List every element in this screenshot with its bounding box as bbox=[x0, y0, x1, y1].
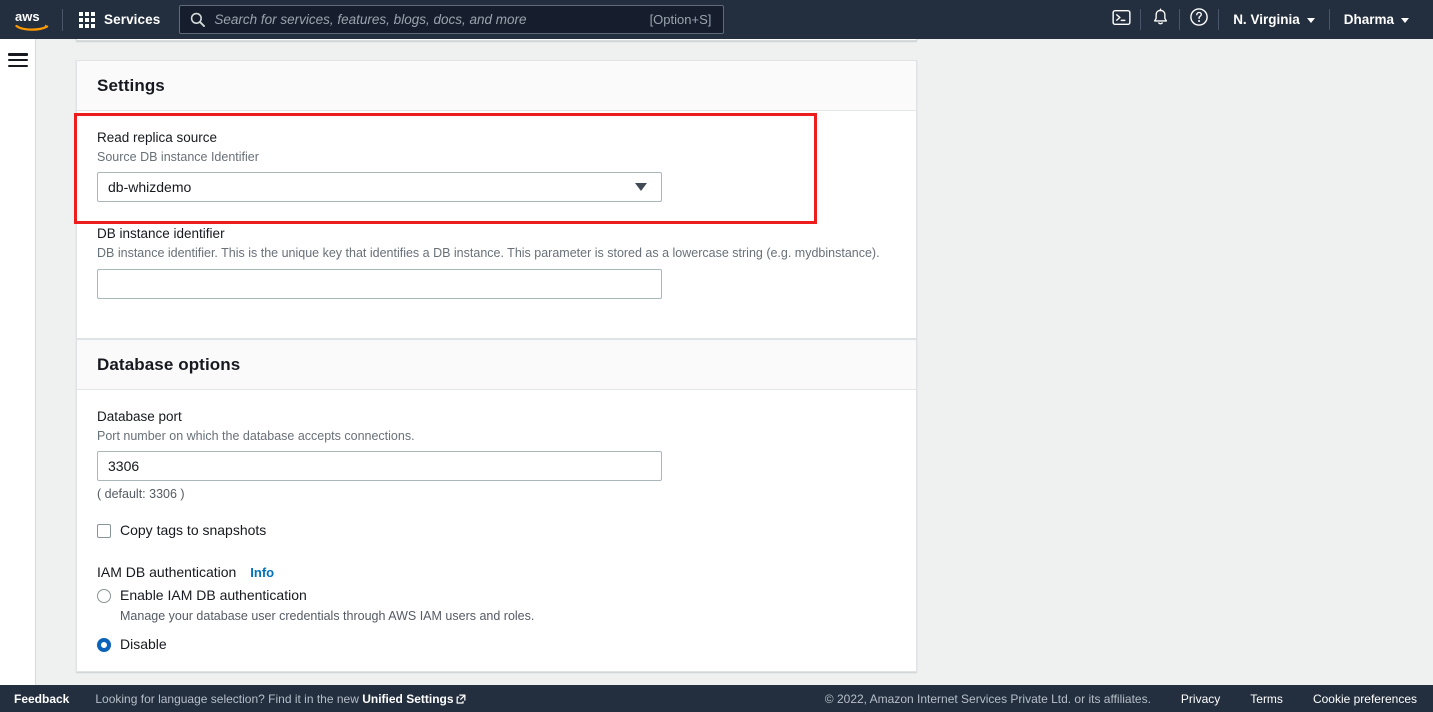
grid-apps-icon bbox=[79, 11, 95, 28]
copy-tags-checkbox[interactable] bbox=[97, 524, 111, 539]
unified-settings-link[interactable]: Unified Settings bbox=[362, 691, 466, 707]
enable-iam-auth-text-block: Enable IAM DB authentication Manage your… bbox=[120, 587, 534, 624]
help-button[interactable] bbox=[1180, 0, 1218, 39]
cookie-preferences-link[interactable]: Cookie preferences bbox=[1313, 692, 1417, 706]
disable-iam-auth-label: Disable bbox=[120, 636, 167, 653]
top-navigation-bar: aws Services [Option+S] bbox=[0, 0, 1433, 39]
db-instance-identifier-input[interactable] bbox=[97, 268, 662, 299]
settings-card-header: Settings bbox=[77, 61, 916, 111]
page-footer: Feedback Looking for language selection?… bbox=[0, 685, 1433, 712]
privacy-link[interactable]: Privacy bbox=[1181, 692, 1220, 706]
question-circle-icon bbox=[1189, 7, 1209, 32]
search-shortcut-hint: [Option+S] bbox=[649, 12, 712, 27]
copyright-text: © 2022, Amazon Internet Services Private… bbox=[824, 691, 1151, 706]
settings-card-body: Read replica source Source DB instance I… bbox=[77, 111, 916, 319]
iam-auth-option-enable[interactable]: Enable IAM DB authentication Manage your… bbox=[97, 587, 896, 624]
search-icon bbox=[180, 12, 214, 27]
read-replica-source-selected-value: db-whizdemo bbox=[108, 179, 192, 196]
footer-right-group: © 2022, Amazon Internet Services Private… bbox=[825, 692, 1433, 706]
database-options-card: Database options Database port Port numb… bbox=[76, 339, 917, 672]
iam-auth-label-row: IAM DB authentication Info bbox=[97, 564, 896, 580]
database-options-title: Database options bbox=[97, 355, 241, 374]
enable-iam-auth-description: Manage your database user credentials th… bbox=[120, 608, 535, 623]
db-instance-identifier-field: DB instance identifier DB instance ident… bbox=[97, 225, 896, 299]
read-replica-source-description: Source DB instance Identifier bbox=[97, 149, 259, 164]
sidebar-toggle-button[interactable] bbox=[8, 51, 28, 69]
left-navigation-rail bbox=[0, 39, 36, 712]
database-options-card-body: Database port Port number on which the d… bbox=[77, 390, 916, 674]
unified-settings-label: Unified Settings bbox=[362, 691, 454, 706]
database-port-field: Database port Port number on which the d… bbox=[97, 408, 896, 501]
topnav-right-group: N. Virginia Dharma bbox=[1102, 0, 1433, 39]
iam-db-authentication-group: IAM DB authentication Info Enable IAM DB… bbox=[97, 564, 896, 654]
disable-iam-auth-radio[interactable] bbox=[97, 638, 111, 653]
language-notice-text: Looking for language selection? Find it … bbox=[95, 691, 359, 706]
database-port-default-hint: ( default: 3306 ) bbox=[97, 487, 185, 502]
hamburger-menu-icon bbox=[8, 53, 28, 56]
previous-section-card-partial bbox=[76, 39, 917, 41]
account-label: Dharma bbox=[1343, 12, 1394, 27]
database-port-label: Database port bbox=[97, 409, 182, 424]
search-input[interactable] bbox=[214, 12, 650, 27]
db-instance-identifier-description: DB instance identifier. This is the uniq… bbox=[97, 245, 880, 260]
db-instance-identifier-label: DB instance identifier bbox=[97, 226, 225, 242]
topnav-left-group: aws Services [Option+S] bbox=[0, 0, 725, 39]
bell-icon bbox=[1151, 7, 1170, 32]
iam-auth-info-link[interactable]: Info bbox=[250, 565, 274, 580]
terminal-icon bbox=[1112, 8, 1131, 32]
footer-left-group: Feedback Looking for language selection?… bbox=[0, 692, 466, 706]
database-options-card-header: Database options bbox=[77, 340, 916, 390]
language-selection-notice: Looking for language selection? Find it … bbox=[95, 691, 466, 707]
settings-title: Settings bbox=[97, 76, 165, 95]
main-content-area: Settings Read replica source Source DB i… bbox=[37, 39, 1433, 694]
aws-logo[interactable]: aws bbox=[0, 0, 58, 39]
topnav-divider bbox=[62, 8, 63, 31]
svg-text:aws: aws bbox=[15, 9, 40, 24]
hamburger-menu-icon bbox=[8, 64, 28, 67]
account-menu[interactable]: Dharma bbox=[1330, 0, 1423, 39]
read-replica-source-field: Read replica source Source DB instance I… bbox=[97, 129, 896, 203]
iam-auth-group-label: IAM DB authentication bbox=[97, 563, 237, 580]
copy-tags-label: Copy tags to snapshots bbox=[120, 522, 267, 539]
cloudshell-button[interactable] bbox=[1102, 0, 1140, 39]
services-label: Services bbox=[104, 12, 161, 27]
database-port-input[interactable] bbox=[97, 451, 662, 482]
feedback-link[interactable]: Feedback bbox=[14, 692, 69, 706]
copy-tags-to-snapshots-row[interactable]: Copy tags to snapshots bbox=[97, 522, 896, 540]
chevron-down-icon bbox=[1306, 18, 1315, 23]
chevron-down-icon bbox=[635, 183, 647, 192]
iam-auth-option-disable[interactable]: Disable bbox=[97, 636, 896, 654]
enable-iam-auth-label: Enable IAM DB authentication bbox=[120, 586, 307, 603]
database-port-description: Port number on which the database accept… bbox=[97, 428, 415, 443]
notifications-button[interactable] bbox=[1141, 0, 1179, 39]
read-replica-source-select[interactable]: db-whizdemo bbox=[97, 172, 662, 203]
read-replica-source-label: Read replica source bbox=[97, 130, 218, 145]
global-search-box[interactable]: [Option+S] bbox=[179, 5, 725, 34]
region-selector[interactable]: N. Virginia bbox=[1219, 0, 1329, 39]
external-link-icon bbox=[456, 693, 466, 707]
terms-link[interactable]: Terms bbox=[1250, 692, 1283, 706]
chevron-down-icon bbox=[1401, 18, 1409, 23]
services-menu-button[interactable]: Services bbox=[67, 0, 172, 39]
hamburger-menu-icon bbox=[8, 58, 28, 62]
enable-iam-auth-radio[interactable] bbox=[97, 588, 111, 603]
settings-card: Settings Read replica source Source DB i… bbox=[76, 60, 917, 339]
region-label: N. Virginia bbox=[1233, 12, 1300, 27]
